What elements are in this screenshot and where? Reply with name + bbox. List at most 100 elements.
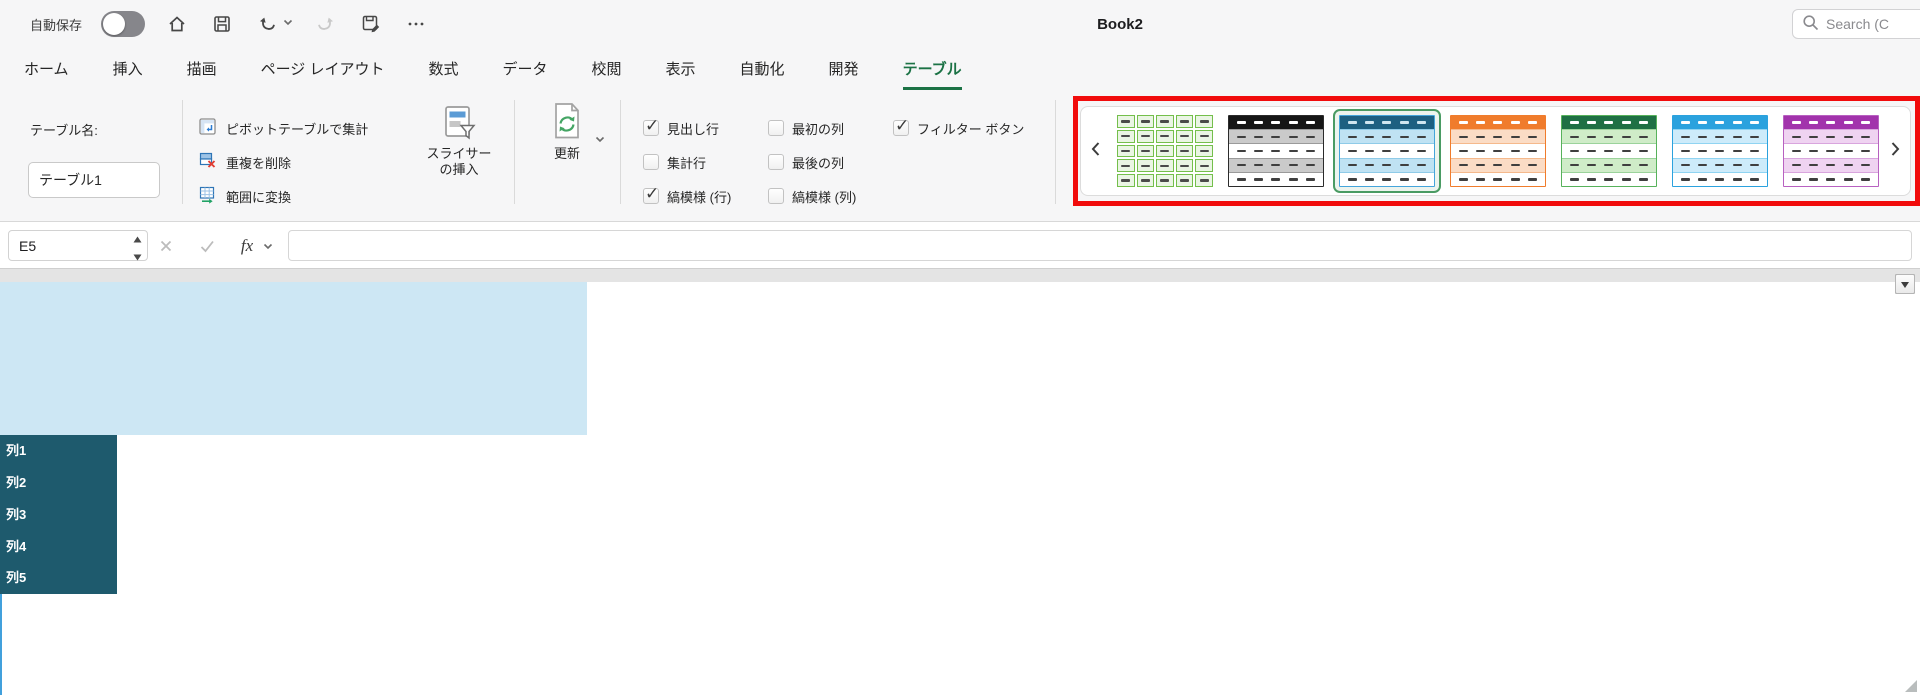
table-name-input[interactable]	[28, 162, 160, 198]
checkbox-unchecked[interactable]	[643, 154, 659, 170]
refresh-chevron-icon[interactable]	[594, 132, 606, 150]
checkbox-unchecked[interactable]	[768, 154, 784, 170]
table-tools-group: ピボットテーブルで集計 重複を削除範囲に変換	[198, 115, 368, 209]
checkbox-最初の列[interactable]: 最初の列	[768, 119, 844, 137]
checkbox-unchecked[interactable]	[768, 120, 784, 136]
table-style-dark-banded[interactable]	[1228, 115, 1324, 187]
table-banded-row	[0, 404, 587, 436]
undo-icon[interactable]	[254, 11, 280, 37]
cancel-icon[interactable]	[152, 230, 180, 261]
style-thumbnail	[1117, 115, 1213, 187]
name-box[interactable]: E5	[8, 230, 148, 261]
table-style-light-green-grid[interactable]	[1117, 115, 1213, 187]
ribbon-tab[interactable]: 開発	[829, 48, 859, 90]
red-highlight-box	[1073, 96, 1920, 206]
table-style-purple-banded[interactable]	[1783, 115, 1879, 187]
table-style-blue-medium-current-selected[interactable]	[1333, 109, 1441, 193]
refresh-icon	[546, 100, 588, 146]
ribbon: テーブル名: ピボットテーブルで集計重複を削除範囲に変換 スライサー の挿入 更…	[0, 90, 1920, 222]
style-thumbnail	[1450, 115, 1546, 187]
ribbon-tab-active[interactable]: テーブル	[902, 48, 962, 90]
style-thumbnail	[1228, 115, 1324, 187]
enter-check-icon[interactable]	[193, 230, 221, 261]
name-box-stepper[interactable]	[133, 231, 142, 262]
style-thumbnail	[1672, 115, 1768, 187]
group-divider	[1055, 100, 1056, 204]
ribbon-tab[interactable]: 描画	[187, 48, 217, 90]
table-header-cell: 列2	[0, 274, 1915, 499]
ribbon-tab[interactable]: ページ レイアウト	[261, 48, 385, 90]
group-divider	[620, 100, 621, 204]
save-icon[interactable]	[209, 11, 235, 37]
table-style-green-banded[interactable]	[1561, 115, 1657, 187]
style-thumbnail	[1333, 109, 1441, 193]
checkbox-checked[interactable]	[643, 116, 659, 136]
undo-button[interactable]	[254, 11, 294, 37]
table-header-cell: 列5	[0, 274, 1915, 594]
checkbox-集計行[interactable]: 集計行	[643, 153, 706, 171]
home-icon[interactable]	[164, 11, 190, 37]
search-input[interactable]: Search (C	[1792, 9, 1920, 39]
checkbox-フィルター ボタン[interactable]: フィルター ボタン	[893, 116, 1024, 137]
checkbox-label: 縞模様 (列)	[792, 189, 857, 205]
filter-dropdown-icon	[1901, 282, 1909, 288]
fx-chevron-icon[interactable]	[258, 230, 278, 261]
autosave-toggle[interactable]	[101, 11, 146, 37]
gallery-scroll-right[interactable]	[1880, 107, 1910, 195]
table-banded-row	[0, 282, 587, 313]
stepper-up-icon[interactable]	[133, 230, 142, 246]
checkbox-最後の列[interactable]: 最後の列	[768, 153, 844, 171]
search-placeholder: Search (C	[1826, 16, 1890, 32]
checkbox-checked[interactable]	[643, 184, 659, 204]
convert-range-icon	[198, 185, 217, 207]
checkbox-label: 見出し行	[667, 121, 720, 137]
ribbon-tab[interactable]: データ	[502, 48, 547, 90]
insert-slicer-button[interactable]: スライサー の挿入	[413, 104, 505, 178]
ribbon-tabs: ホーム 挿入 描画 ページ レイアウト 数式 データ 校閲 表示 自動化 開発 テーブル	[0, 48, 1920, 90]
filter-button[interactable]	[1895, 274, 1915, 294]
ribbon-tab[interactable]: 挿入	[113, 48, 143, 90]
refresh-button[interactable]: 更新	[524, 100, 610, 162]
group-divider	[182, 100, 183, 204]
slicer-label-2: の挿入	[439, 162, 479, 177]
ribbon-tab[interactable]: ホーム	[24, 48, 69, 90]
table-style-cyan-banded[interactable]	[1672, 115, 1768, 187]
checkbox-checked[interactable]	[893, 116, 909, 136]
more-commands-icon[interactable]	[403, 11, 429, 37]
ribbon-tab[interactable]: 自動化	[740, 48, 785, 90]
redo-icon	[313, 11, 339, 37]
checkbox-label: 縞模様 (行)	[667, 189, 732, 205]
table-header-cell: 列1	[0, 274, 1915, 468]
ribbon-tab[interactable]: 表示	[666, 48, 696, 90]
ribbon-tab[interactable]: 数式	[428, 48, 458, 90]
remove-duplicates-button[interactable]: 重複を削除	[198, 149, 368, 175]
grid-area: 列1列2列3列4列5ABCDEFGHIJKLMNOP12345678910111…	[0, 269, 1920, 695]
checkbox-label: 最初の列	[792, 121, 845, 137]
remove-duplicates-icon	[198, 151, 217, 173]
stepper-down-icon[interactable]	[133, 248, 142, 264]
style-thumbnail	[1561, 115, 1657, 187]
table-name-label: テーブル名:	[30, 123, 98, 138]
formula-bar: E5 fx	[0, 222, 1920, 269]
undo-chevron-icon[interactable]	[282, 15, 294, 33]
pivot-table-button[interactable]: ピボットテーブルで集計	[198, 115, 368, 141]
checkbox-縞模様 (列)[interactable]: 縞模様 (列)	[768, 187, 856, 205]
excel-window: 自動保存 Book2 Search (C ホーム 挿入 描画 ページ レイアウト 数式 デ…	[0, 0, 1920, 695]
checkbox-unchecked[interactable]	[768, 188, 784, 204]
table-banded-row	[0, 374, 587, 405]
gallery-scroll-left[interactable]	[1081, 107, 1111, 195]
table-style-orange-banded[interactable]	[1450, 115, 1546, 187]
title-bar: 自動保存 Book2 Search (C	[0, 0, 1920, 48]
checkbox-縞模様 (行)[interactable]: 縞模様 (行)	[643, 184, 732, 205]
slicer-icon	[440, 104, 478, 146]
insert-function-button[interactable]: fx	[233, 230, 261, 261]
checkbox-見出し行[interactable]: 見出し行	[643, 116, 720, 137]
search-icon	[1802, 14, 1819, 34]
save-as-icon[interactable]	[358, 11, 384, 37]
convert-range-button[interactable]: 範囲に変換	[198, 183, 368, 209]
toggle-knob	[103, 13, 126, 35]
ribbon-tab[interactable]: 校閲	[592, 48, 622, 90]
formula-input[interactable]	[288, 230, 1912, 261]
table-right-border	[0, 593, 2, 695]
style-thumbnail	[1783, 115, 1879, 187]
